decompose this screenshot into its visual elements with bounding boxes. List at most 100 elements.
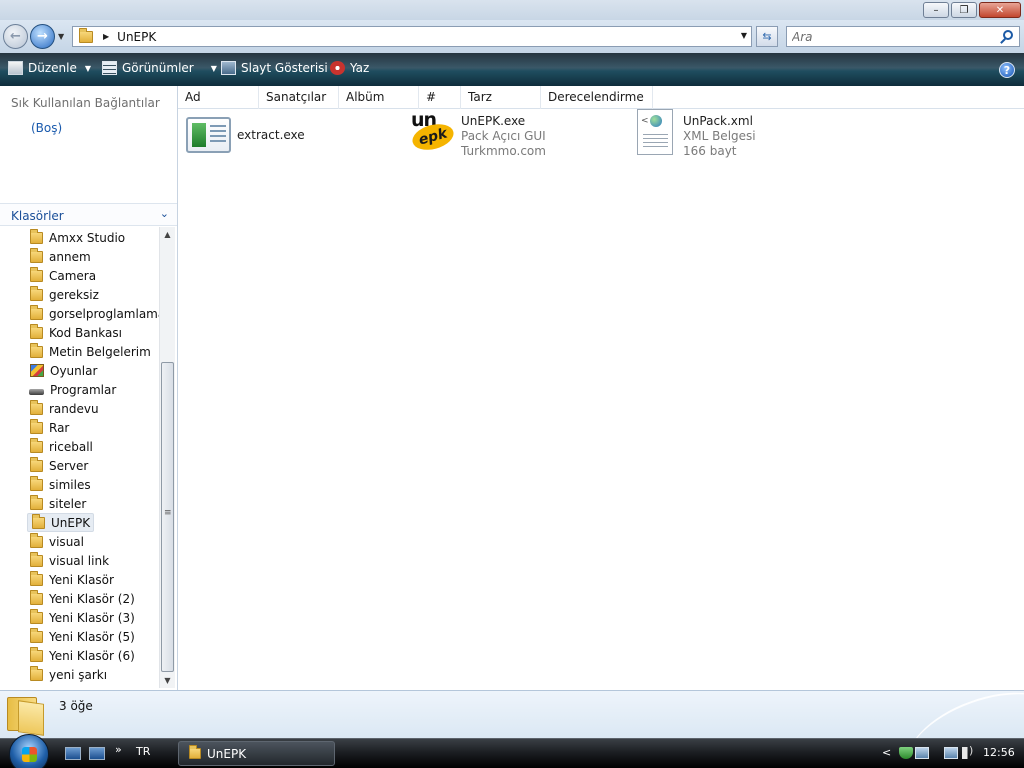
folder-tree-label: Oyunlar [50,363,98,378]
device-icon[interactable] [915,747,929,759]
column-header-rating[interactable]: Derecelendirme [541,86,653,109]
folder-tree-item[interactable]: Kod Bankası [26,323,125,342]
slideshow-button[interactable]: Slayt Gösterisi [221,61,328,75]
folder-icon [30,418,43,434]
print-button[interactable]: Yaz [330,61,369,75]
exe-icon [186,117,231,153]
column-header-name[interactable]: Ad [178,86,259,109]
games-icon [30,364,44,377]
folder-icon [7,697,37,731]
tray-expand-icon[interactable]: < [882,746,891,759]
volume-icon[interactable] [962,744,976,759]
scroll-thumb[interactable] [161,362,174,672]
folders-header[interactable]: Klasörler ⌄ [0,203,177,226]
search-input[interactable] [787,27,987,46]
folder-tree-item[interactable]: Yeni Klasör (2) [26,589,138,608]
command-bar: Düzenle ▼ Görünümler ▼ Slayt Gösterisi Y… [0,53,1024,86]
folder-tree-label: Programlar [50,382,117,397]
forward-arrow-icon: → [37,29,48,44]
file-item[interactable]: UnPack.xml XML Belgesi 166 bayt [637,109,756,159]
folder-tree-item[interactable]: annem [26,247,94,266]
folder-tree-item[interactable]: randevu [26,399,102,418]
folder-tree-item[interactable]: riceball [26,437,96,456]
folder-tree-item[interactable]: Server [26,456,91,475]
minimize-button[interactable]: – [923,2,949,18]
forward-button[interactable]: → [30,24,55,49]
maximize-button[interactable]: ❐ [951,2,977,18]
folder-tree-item[interactable]: visual [26,532,87,551]
security-shield-icon[interactable] [899,747,913,759]
unepk-icon: un epk [409,109,457,155]
quick-launch-more-icon[interactable]: » [115,743,122,756]
folder-icon [30,399,43,415]
column-header-album[interactable]: Albüm [339,86,419,109]
views-button[interactable]: Görünümler ▼ [102,61,217,75]
folder-icon [30,570,43,586]
search-box[interactable] [786,26,1020,47]
maximize-icon: ❐ [959,4,969,16]
folder-tree-item[interactable]: yeni şarkı [26,665,110,684]
refresh-button[interactable]: ⇆ [756,26,778,47]
folder-tree-item[interactable]: Yeni Klasör [26,570,117,589]
column-header-artists[interactable]: Sanatçılar [259,86,339,109]
close-button[interactable]: ✕ [979,2,1021,18]
folder-tree-item[interactable]: Oyunlar [26,361,100,380]
organize-button[interactable]: Düzenle ▼ [8,61,91,75]
folder-tree-item[interactable]: siteler [26,494,89,513]
views-icon [102,61,117,75]
folder-tree-item[interactable]: Yeni Klasör (3) [26,608,138,627]
folder-tree-label: visual link [49,553,110,568]
folder-icon [189,745,201,759]
network-icon[interactable] [944,747,958,759]
folder-tree-label: Yeni Klasör [49,572,114,587]
folder-icon [30,494,43,510]
folder-tree-scrollbar[interactable]: ▲ ▼ [159,227,175,688]
folder-tree-item[interactable]: Yeni Klasör (5) [26,627,138,646]
language-indicator[interactable]: TR [136,745,150,758]
show-desktop-icon[interactable] [65,747,81,760]
start-button[interactable] [9,734,49,768]
file-name: UnPack.xml [683,114,753,128]
taskbar: » TR UnEPK < 12:56 [0,734,1024,768]
switch-windows-icon[interactable] [89,747,105,760]
search-icon[interactable] [1003,30,1013,40]
folder-icon [32,513,45,529]
folder-tree-item[interactable]: gereksiz [26,285,102,304]
column-header-number[interactable]: # [419,86,461,109]
folder-tree-label: riceball [49,439,93,454]
folder-tree-item[interactable]: Metin Belgelerim [26,342,154,361]
folder-tree-item[interactable]: Programlar [26,380,119,399]
help-button[interactable]: ? [999,62,1015,78]
breadcrumb-arrow-icon[interactable]: ▶ [103,32,109,41]
address-dropdown-icon[interactable]: ▼ [741,31,747,40]
folder-tree-item[interactable]: gorselproglamlama [26,304,159,323]
file-item[interactable]: un epk UnEPK.exe Pack Açıcı GUI Turkmmo.… [409,109,546,159]
file-type: XML Belgesi [683,129,756,143]
scroll-down-icon[interactable]: ▼ [160,673,175,688]
scroll-up-icon[interactable]: ▲ [160,227,175,242]
clock[interactable]: 12:56 [983,746,1015,759]
folder-tree-item[interactable]: Rar [26,418,72,437]
folder-tree-item[interactable]: Camera [26,266,99,285]
breadcrumb-unepk[interactable]: UnEPK [117,30,156,44]
file-item[interactable]: extract.exe [186,114,305,156]
address-bar[interactable]: ▶ UnEPK ▼ [72,26,752,47]
item-count: 3 öğe [59,699,93,713]
taskbar-window-button[interactable]: UnEPK [178,741,335,766]
favorite-links-title: Sık Kullanılan Bağlantılar [11,96,160,110]
slideshow-icon [221,61,236,75]
file-name: extract.exe [237,127,305,142]
column-header-genre[interactable]: Tarz [461,86,541,109]
back-button[interactable]: ← [3,24,28,49]
folder-tree-item[interactable]: Yeni Klasör (6) [26,646,138,665]
folder-tree-item[interactable]: Amxx Studio [26,228,128,247]
folder-tree-item[interactable]: visual link [26,551,112,570]
recent-pages-dropdown[interactable]: ▼ [58,32,64,41]
folder-icon [30,437,43,453]
file-name: UnEPK.exe [461,114,526,128]
folder-tree-item[interactable]: similes [26,475,94,494]
folder-icon [30,646,43,662]
collapse-chevron-icon[interactable]: ⌄ [160,207,169,220]
decorative-swoosh [904,691,1024,739]
folder-tree-item[interactable]: UnEPK [27,513,95,532]
